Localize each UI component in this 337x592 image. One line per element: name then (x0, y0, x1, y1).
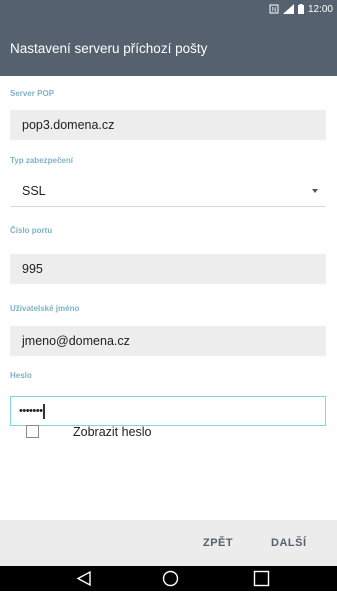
security-label: Typ zabezpečení (10, 156, 73, 165)
password-label: Heslo (10, 371, 32, 380)
show-password-checkbox[interactable] (26, 425, 39, 438)
battery-icon (297, 4, 304, 14)
server-label: Server POP (10, 89, 55, 98)
chevron-down-icon (312, 189, 318, 193)
status-time: 12:00 (307, 3, 333, 15)
home-circle-icon[interactable] (162, 570, 179, 592)
port-input[interactable]: 995 (10, 254, 326, 284)
port-label: Číslo portu (10, 226, 53, 235)
recents-square-icon[interactable] (253, 570, 270, 592)
security-select[interactable]: SSL (10, 176, 326, 206)
server-input[interactable]: pop3.domena.cz (10, 110, 326, 140)
status-bar: N 12:00 (0, 0, 337, 18)
signal-icon (282, 4, 294, 14)
next-button[interactable]: DALŠÍ (271, 537, 307, 549)
password-value: ••••••• (19, 405, 43, 417)
security-value: SSL (22, 184, 46, 198)
username-input[interactable]: jmeno@domena.cz (10, 326, 326, 356)
back-button[interactable]: ZPĚT (203, 537, 233, 549)
username-label: Uživatelské jméno (10, 304, 80, 313)
app-bar: Nastavení serveru příchozí pošty (0, 18, 337, 76)
back-triangle-icon[interactable] (76, 570, 92, 592)
navigation-bar (0, 566, 337, 591)
bottom-action-bar: ZPĚT DALŠÍ (0, 520, 337, 566)
security-underline (10, 206, 326, 207)
svg-text:N: N (272, 8, 276, 14)
text-cursor (43, 403, 45, 419)
show-password-label[interactable]: Zobrazit heslo (73, 425, 152, 439)
page-title: Nastavení serveru příchozí pošty (10, 41, 208, 56)
password-input[interactable]: ••••••• (10, 396, 326, 426)
nfc-icon: N (269, 4, 279, 14)
